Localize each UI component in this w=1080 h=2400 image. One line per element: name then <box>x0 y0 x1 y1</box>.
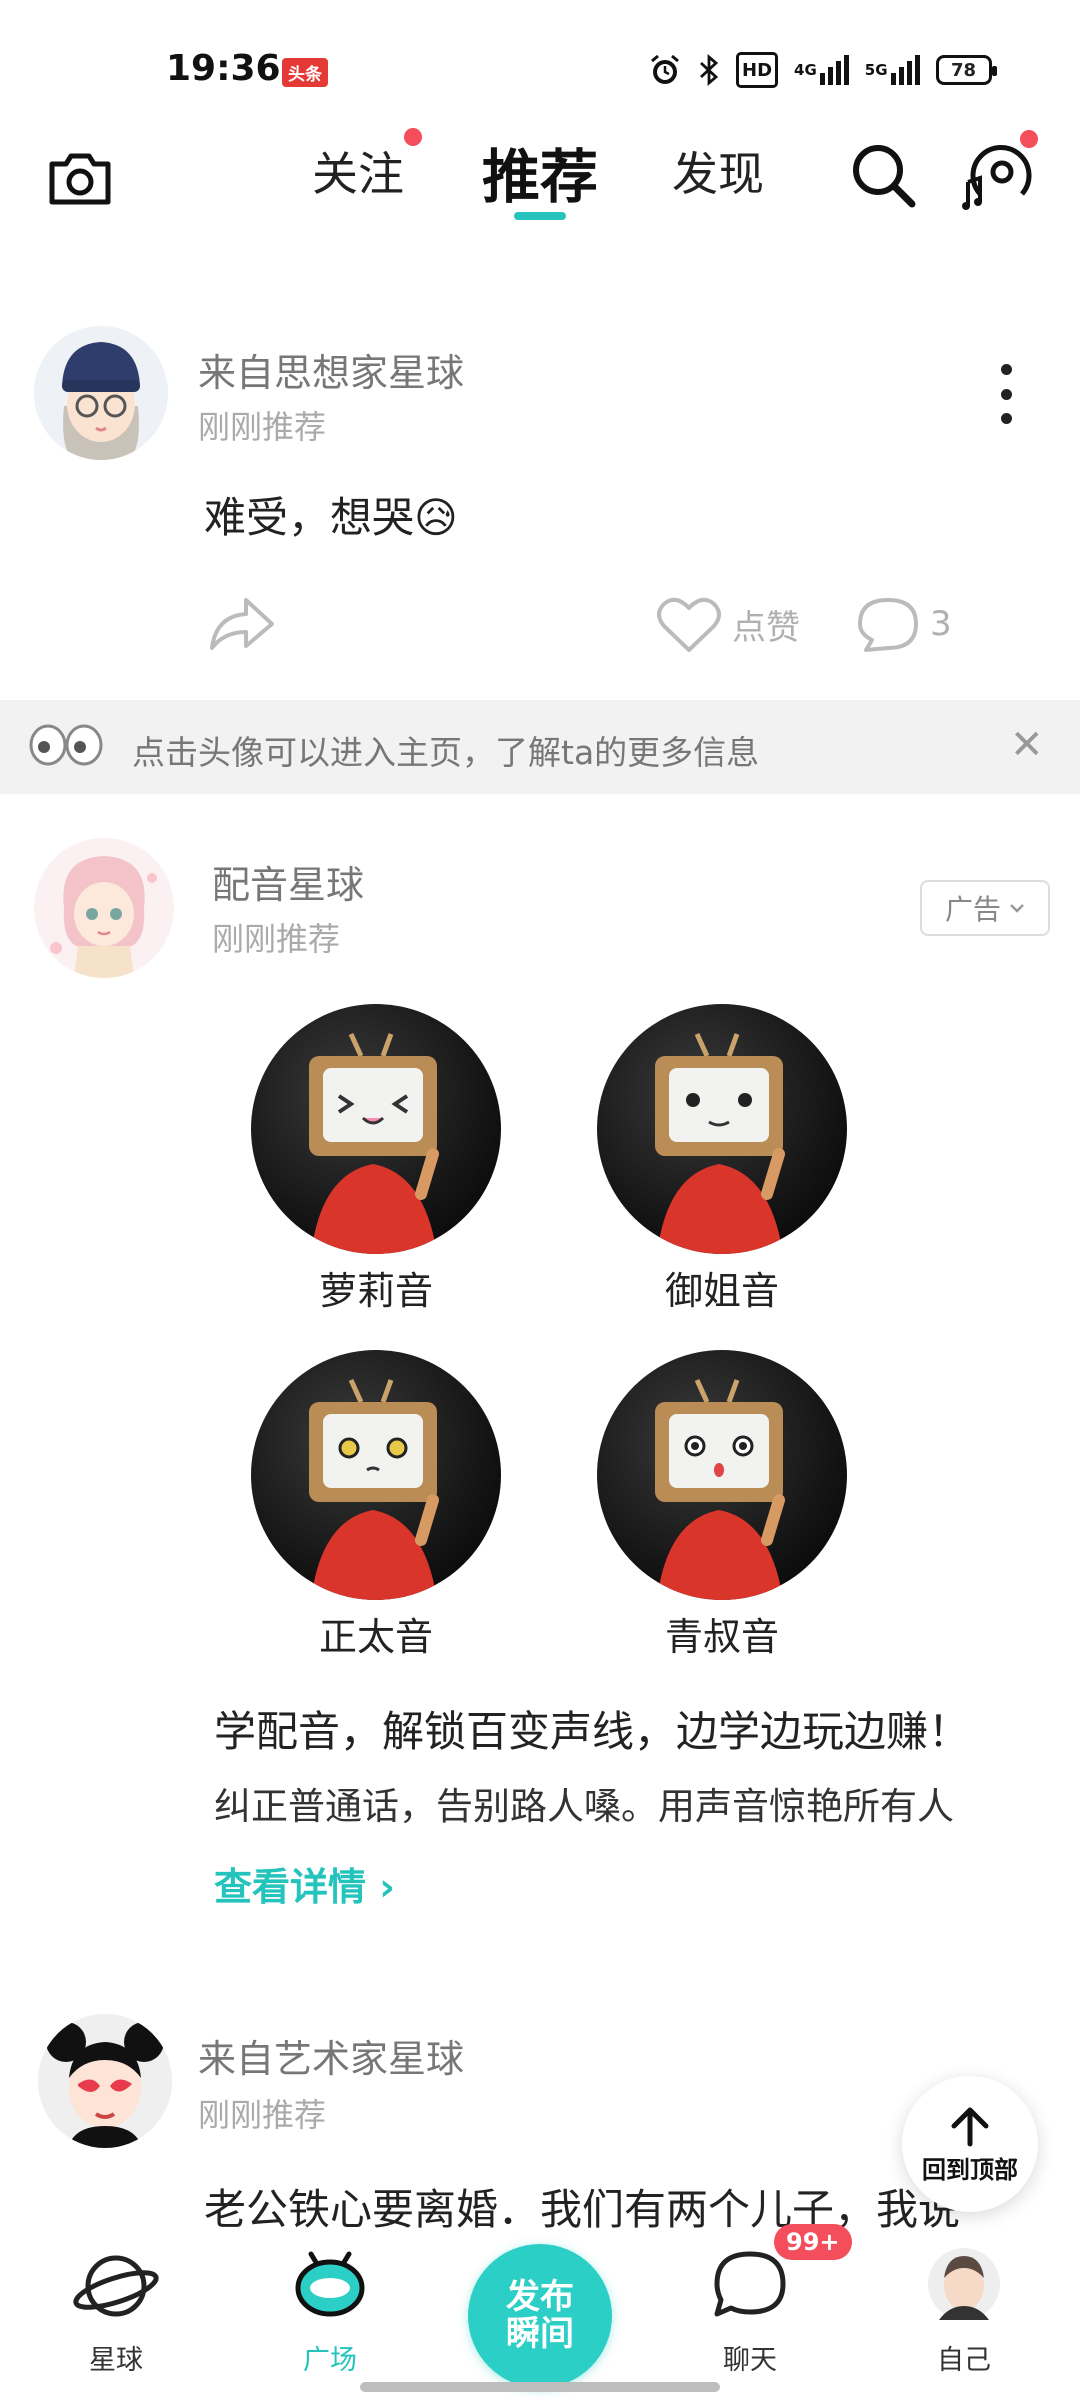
signal-5g-icon: 5G <box>865 52 920 88</box>
tip-banner[interactable]: 点击头像可以进入主页，了解ta的更多信息 ✕ <box>0 700 1080 794</box>
tab-recommend[interactable]: 推荐 <box>482 130 598 214</box>
nav-chat[interactable]: 聊天 <box>680 2240 820 2377</box>
tv-mascot-icon <box>597 1004 847 1254</box>
comment-button[interactable]: 3 <box>856 594 952 654</box>
voice-option-yujie[interactable]: 御姐音 <box>592 1004 852 1315</box>
like-label: 点赞 <box>732 607 800 648</box>
voice-option-loli[interactable]: 萝莉音 <box>246 1004 506 1315</box>
active-tab-indicator <box>514 212 566 220</box>
ad-tag-button[interactable]: 广告 <box>920 880 1050 936</box>
like-button[interactable]: 点赞 <box>656 594 800 654</box>
nav-label: 自己 <box>937 2345 991 2376</box>
news-app-badge: 头条 <box>282 58 328 87</box>
tab-follow[interactable]: 关注 <box>312 138 404 204</box>
view-details-link[interactable]: 查看详情 › <box>214 1856 395 1911</box>
avatar[interactable] <box>34 326 168 460</box>
voice-option-zhengtai[interactable]: 正太音 <box>246 1350 506 1661</box>
signal-4g-label: 4G <box>794 61 817 79</box>
back-to-top-label: 回到顶部 <box>922 2155 1018 2184</box>
tv-mascot-icon <box>597 1350 847 1600</box>
nav-square[interactable]: 广场 <box>260 2240 400 2377</box>
chevron-down-icon <box>1010 904 1024 913</box>
more-options-button[interactable] <box>996 364 1016 424</box>
close-icon[interactable]: ✕ <box>1010 722 1044 768</box>
nav-label: 聊天 <box>723 2345 777 2376</box>
publish-moment-button[interactable]: 发布 瞬间 <box>468 2244 612 2388</box>
post-content[interactable]: 难受，想哭😥 <box>204 484 458 545</box>
nav-label: 星球 <box>89 2345 143 2376</box>
voice-label: 青叔音 <box>664 1615 779 1659</box>
arrow-up-icon <box>951 2107 989 2146</box>
post-author-name[interactable]: 来自思想家星球 <box>198 342 464 397</box>
music-match-icon[interactable] <box>960 136 1040 216</box>
ad-tag-label: 广告 <box>944 893 1001 926</box>
nav-label: 广场 <box>303 2345 357 2376</box>
voice-label: 御姐音 <box>664 1269 779 1313</box>
bluetooth-icon <box>698 52 720 88</box>
advertiser-name[interactable]: 配音星球 <box>212 854 364 909</box>
comment-icon <box>858 598 918 652</box>
camera-icon[interactable] <box>44 142 116 214</box>
voice-label: 正太音 <box>318 1615 433 1659</box>
status-icons: HD 4G 5G 78 <box>648 52 997 88</box>
ad-title[interactable]: 学配音，解锁百变声线，边学边玩边赚！ <box>214 1698 970 1759</box>
publish-label-line1: 发布 <box>506 2276 574 2317</box>
voice-label: 萝莉音 <box>318 1269 433 1313</box>
tv-mascot-icon <box>251 1004 501 1254</box>
tip-text: 点击头像可以进入主页，了解ta的更多信息 <box>132 733 760 772</box>
search-icon[interactable] <box>848 140 918 210</box>
ad-timestamp: 刚刚推荐 <box>212 920 341 958</box>
comment-count: 3 <box>930 604 952 644</box>
voice-option-qingshu[interactable]: 青叔音 <box>592 1350 852 1661</box>
back-to-top-button[interactable]: 回到顶部 <box>902 2076 1038 2212</box>
chat-unread-badge: 99+ <box>774 2224 852 2260</box>
post-timestamp: 刚刚推荐 <box>198 408 327 446</box>
avatar[interactable] <box>34 838 174 978</box>
status-time: 19:36 <box>166 48 281 89</box>
tv-mascot-icon <box>251 1350 501 1600</box>
planet-icon <box>73 2255 159 2317</box>
status-bar: 19:36 头条 HD 4G 5G 78 <box>0 0 1080 120</box>
self-avatar-icon <box>928 2248 1000 2320</box>
share-icon <box>210 598 274 650</box>
nav-self[interactable]: 自己 <box>894 2240 1034 2377</box>
post-timestamp: 刚刚推荐 <box>198 2096 327 2134</box>
hd-icon: HD <box>736 52 779 88</box>
ad-description[interactable]: 纠正普通话，告别路人嗓。用声音惊艳所有人 <box>214 1776 954 1830</box>
share-button[interactable] <box>206 594 276 654</box>
music-notification-dot <box>1020 130 1038 148</box>
avatar[interactable] <box>38 2014 172 2148</box>
heart-icon <box>657 597 721 652</box>
square-eye-icon <box>295 2251 365 2317</box>
post-content[interactable]: 老公铁心要离婚．我们有两个儿子，我说 <box>204 2176 1014 2237</box>
signal-4g-icon: 4G <box>794 52 849 88</box>
tab-discover[interactable]: 发现 <box>672 138 764 204</box>
publish-label-line2: 瞬间 <box>506 2314 574 2354</box>
signal-5g-label: 5G <box>864 61 888 79</box>
battery-icon: 78 <box>935 55 997 85</box>
top-nav: 关注 推荐 发现 <box>0 120 1080 240</box>
alarm-icon <box>648 52 682 88</box>
nav-planet[interactable]: 星球 <box>46 2240 186 2377</box>
post-author-name[interactable]: 来自艺术家星球 <box>198 2028 464 2083</box>
home-indicator[interactable] <box>360 2382 720 2392</box>
follow-notification-dot <box>404 128 422 146</box>
eyes-icon <box>28 722 104 768</box>
